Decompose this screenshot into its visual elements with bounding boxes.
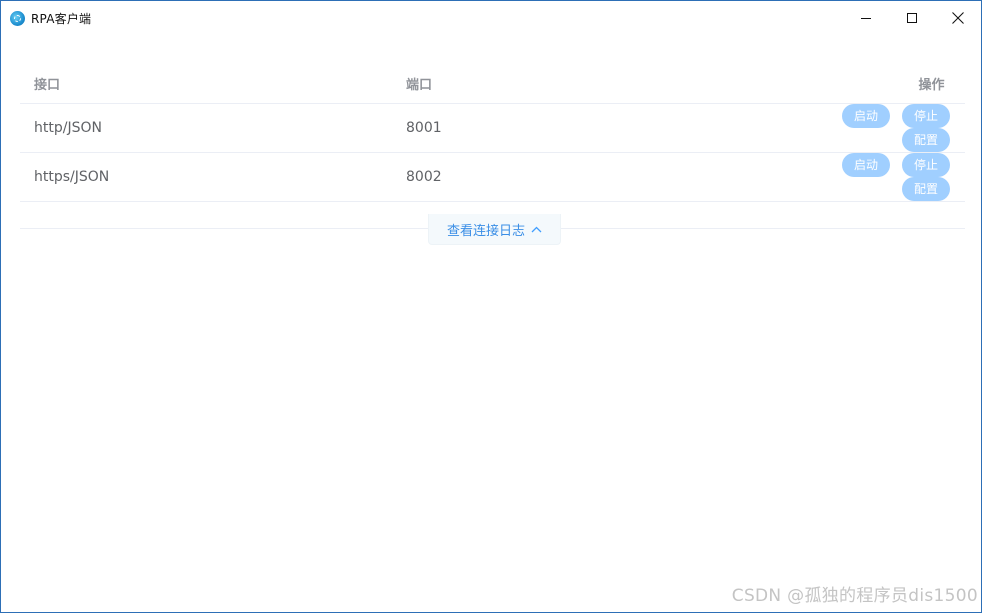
start-button[interactable]: 启动 (842, 104, 890, 128)
close-icon (952, 12, 964, 24)
minimize-button[interactable] (843, 1, 889, 35)
log-toggle-label: 查看连接日志 (446, 223, 525, 239)
app-window: RPA客户端 接口 端口 操作 http/JSON 8001 启动 停止配置 h… (0, 0, 982, 613)
main-content: 接口 端口 操作 http/JSON 8001 启动 停止配置 https/JSO… (20, 63, 965, 229)
stop-button[interactable]: 停止 (902, 104, 950, 128)
table-row: http/JSON 8001 启动 停止配置 (20, 103, 965, 153)
header-actions: 操作 (778, 63, 965, 104)
table-row: https/JSON 8002 启动 停止配置 (20, 152, 965, 202)
maximize-button[interactable] (889, 1, 935, 35)
header-port: 端口 (406, 63, 778, 104)
table-header-row: 接口 端口 操作 (20, 63, 965, 104)
cell-interface: https/JSON (20, 152, 406, 202)
cell-interface: http/JSON (20, 103, 406, 153)
close-button[interactable] (935, 1, 981, 35)
config-button[interactable]: 配置 (902, 128, 950, 152)
chevron-up-icon (531, 222, 542, 237)
start-button[interactable]: 启动 (842, 153, 890, 177)
stop-button[interactable]: 停止 (902, 153, 950, 177)
window-title: RPA客户端 (31, 11, 92, 26)
window-controls (843, 1, 981, 35)
cell-actions: 启动 停止配置 (778, 152, 965, 202)
minimize-icon (860, 17, 871, 19)
title-bar: RPA客户端 (1, 1, 981, 35)
view-connection-log-button[interactable]: 查看连接日志 (428, 214, 561, 245)
maximize-icon (906, 12, 917, 23)
cell-port: 8001 (406, 103, 778, 153)
header-interface: 接口 (20, 63, 406, 104)
cell-actions: 启动 停止配置 (778, 103, 965, 153)
config-button[interactable]: 配置 (902, 177, 950, 201)
cell-port: 8002 (406, 152, 778, 202)
watermark-text: CSDN @孤独的程序员dis1500 (731, 586, 978, 606)
interface-table: 接口 端口 操作 http/JSON 8001 启动 停止配置 https/JSO… (20, 63, 965, 202)
app-logo-icon (10, 10, 25, 26)
